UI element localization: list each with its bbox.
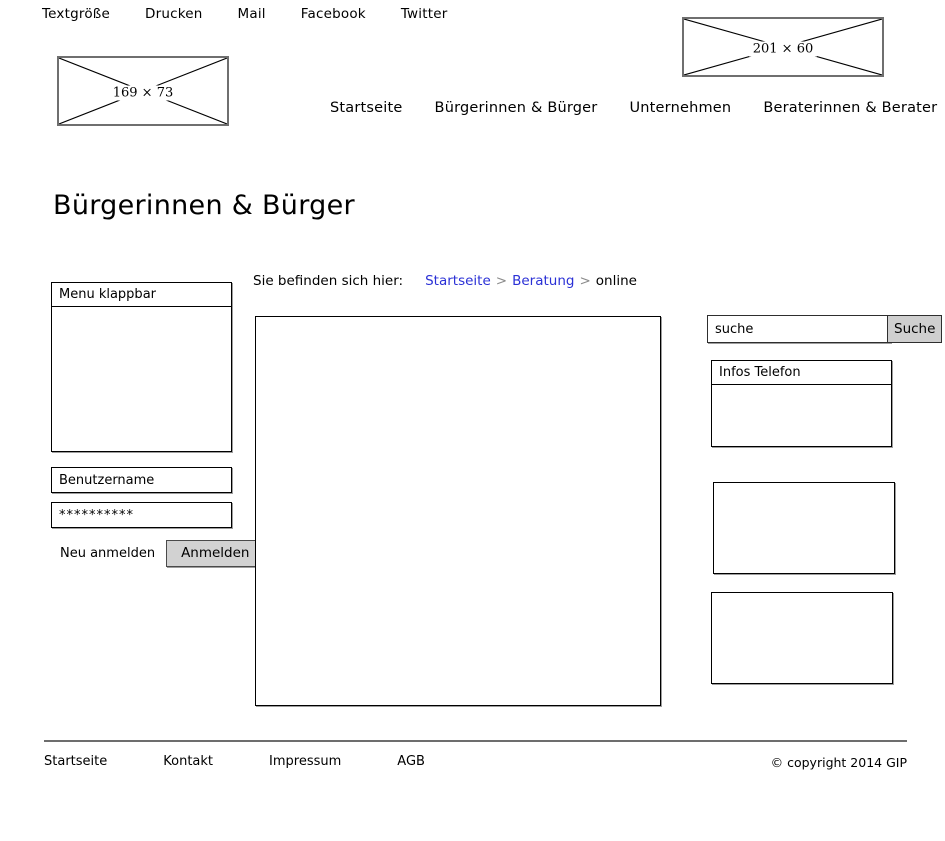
logo-dimension-wrap: 169 × 73 <box>59 82 227 101</box>
utility-link-mail[interactable]: Mail <box>238 6 266 22</box>
footer-link-agb[interactable]: AGB <box>397 754 425 769</box>
footer-navigation: Startseite Kontakt Impressum AGB <box>44 754 481 769</box>
login-actions-row: Neu anmelden Anmelden <box>51 540 265 567</box>
footer-link-kontakt[interactable]: Kontakt <box>163 754 213 769</box>
breadcrumb-item-startseite[interactable]: Startseite <box>425 273 491 289</box>
promo-box-two <box>711 592 893 684</box>
copyright-notice: © copyright 2014 GIP <box>770 755 907 770</box>
utility-bar: Textgröße Drucken Mail Facebook Twitter <box>42 6 447 22</box>
utility-link-twitter[interactable]: Twitter <box>401 6 448 22</box>
nav-item-unternehmen[interactable]: Unternehmen <box>629 100 763 116</box>
utility-link-print[interactable]: Drucken <box>145 6 203 22</box>
footer-link-impressum[interactable]: Impressum <box>269 754 341 769</box>
phone-info-panel-header-label: Infos Telefon <box>719 365 801 380</box>
banner-dimension-wrap: 201 × 60 <box>684 38 882 57</box>
breadcrumb-label: Sie befinden sich hier: <box>253 273 404 289</box>
breadcrumb-separator: > <box>579 273 591 289</box>
password-input[interactable]: ********** <box>51 502 232 528</box>
username-input[interactable]: Benutzername <box>51 467 232 493</box>
footer-link-startseite[interactable]: Startseite <box>44 754 107 769</box>
footer-divider <box>44 740 907 742</box>
logo-image-placeholder: 169 × 73 <box>57 56 229 126</box>
menu-panel-body <box>51 307 232 452</box>
breadcrumb-item-beratung[interactable]: Beratung <box>512 273 574 289</box>
search-bar: Suche <box>707 315 943 343</box>
search-submit-button[interactable]: Suche <box>887 315 943 343</box>
logo-dimension-label: 169 × 73 <box>108 85 178 101</box>
breadcrumb-item-online: online <box>595 273 637 289</box>
nav-item-startseite[interactable]: Startseite <box>330 100 435 116</box>
utility-link-textsize[interactable]: Textgröße <box>42 6 110 22</box>
login-submit-button[interactable]: Anmelden <box>166 540 265 567</box>
collapsible-menu-panel: Menu klappbar <box>51 282 232 452</box>
main-content-area <box>255 316 661 706</box>
menu-panel-header[interactable]: Menu klappbar <box>51 282 232 307</box>
breadcrumb: Sie befinden sich hier: Startseite > Ber… <box>253 273 637 289</box>
search-input[interactable] <box>707 315 887 343</box>
banner-dimension-label: 201 × 60 <box>748 41 818 57</box>
phone-info-panel-body <box>711 385 892 447</box>
banner-image-placeholder: 201 × 60 <box>682 17 884 77</box>
username-input-value: Benutzername <box>59 472 155 488</box>
nav-item-beraterinnen-berater[interactable]: Beraterinnen & Berater <box>763 100 945 116</box>
new-registration-link[interactable]: Neu anmelden <box>60 546 155 561</box>
promo-box-one <box>713 482 895 574</box>
phone-info-panel-header[interactable]: Infos Telefon <box>711 360 892 385</box>
menu-panel-header-label: Menu klappbar <box>59 287 156 302</box>
nav-item-buergerinnen-buerger[interactable]: Bürgerinnen & Bürger <box>435 100 630 116</box>
password-input-value: ********** <box>59 507 134 523</box>
phone-info-panel: Infos Telefon <box>711 360 892 447</box>
main-navigation: Startseite Bürgerinnen & Bürger Unterneh… <box>330 100 945 116</box>
utility-link-facebook[interactable]: Facebook <box>301 6 366 22</box>
page-title: Bürgerinnen & Bürger <box>53 190 355 221</box>
breadcrumb-separator: > <box>495 273 508 289</box>
